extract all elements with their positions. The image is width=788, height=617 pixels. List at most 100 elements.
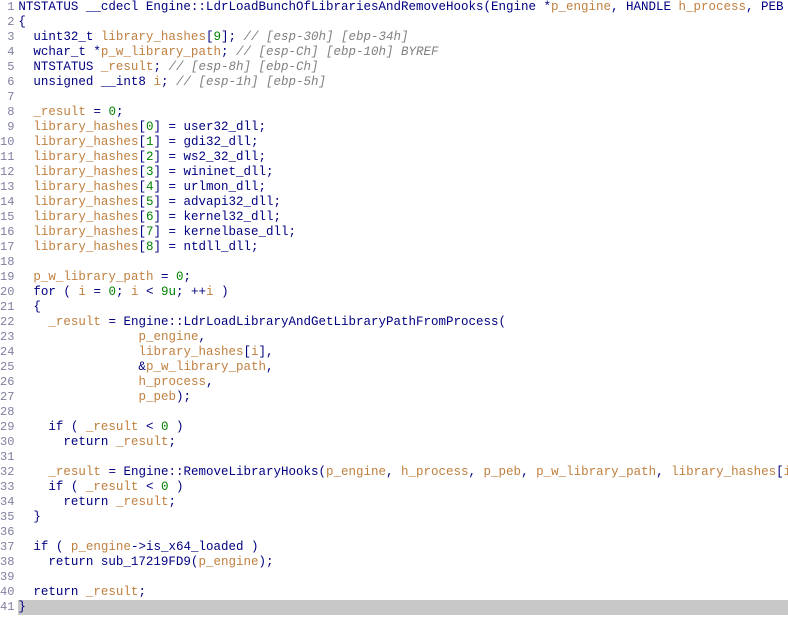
code-line[interactable]: for ( i = 0; i < 9u; ++i ) [18,285,788,300]
token-idn: wchar_t * [18,45,101,59]
code-line[interactable]: NTSTATUS __cdecl Engine::LdrLoadBunchOfL… [18,0,788,15]
line-number: 11 [0,150,14,165]
token-idn [18,345,138,359]
token-var: i [131,285,139,299]
code-view[interactable]: NTSTATUS __cdecl Engine::LdrLoadBunchOfL… [18,0,788,617]
token-idn: ); [176,390,191,404]
token-var: library_hashes [33,225,138,239]
code-line[interactable]: p_engine, [18,330,788,345]
token-idn: return [18,585,86,599]
code-line[interactable]: return _result; [18,585,788,600]
token-idn: < [139,285,162,299]
code-line[interactable]: } [18,510,788,525]
token-idn [18,330,138,344]
token-var: h_process [138,375,206,389]
token-idn: if ( [18,480,86,494]
token-var: library_hashes [671,465,776,479]
token-idn [18,465,48,479]
code-line[interactable]: uint32_t library_hashes[9]; // [esp-30h]… [18,30,788,45]
code-line[interactable]: library_hashes[0] = user32_dll; [18,120,788,135]
code-line[interactable]: wchar_t *p_w_library_path; // [esp-Ch] [… [18,45,788,60]
code-line[interactable]: { [18,15,788,30]
code-line[interactable]: p_w_library_path = 0; [18,270,788,285]
token-idn: ]; [221,30,244,44]
token-idn [18,150,33,164]
code-line[interactable]: } [18,600,788,615]
line-number: 26 [0,375,14,390]
token-cmt: // [esp-Ch] [ebp-10h] BYREF [236,45,439,59]
code-line[interactable] [18,525,788,540]
token-idn: , [386,465,401,479]
token-var: i [153,75,161,89]
code-line[interactable]: _result = Engine::LdrLoadLibraryAndGetLi… [18,315,788,330]
token-idn [18,375,138,389]
token-idn [18,105,33,119]
line-number: 28 [0,405,14,420]
code-line[interactable]: return _result; [18,495,788,510]
code-line[interactable]: library_hashes[4] = urlmon_dll; [18,180,788,195]
token-idn: ; ++ [176,285,206,299]
line-number-gutter: 1234567891011121314151617181920212223242… [0,0,18,617]
line-number: 38 [0,555,14,570]
token-idn: { [18,15,26,29]
line-number: 9 [0,120,14,135]
code-line[interactable]: p_peb); [18,390,788,405]
token-idn: ] = urlmon_dll; [153,180,266,194]
code-line[interactable]: { [18,300,788,315]
code-line[interactable] [18,450,788,465]
token-idn: [ [138,150,146,164]
code-line[interactable]: library_hashes[3] = wininet_dll; [18,165,788,180]
code-line[interactable]: &p_w_library_path, [18,360,788,375]
token-idn: , [198,330,206,344]
token-var: library_hashes [101,30,206,44]
code-line[interactable]: library_hashes[5] = advapi32_dll; [18,195,788,210]
line-number: 41 [0,600,14,615]
code-line[interactable]: library_hashes[8] = ntdll_dll; [18,240,788,255]
code-line[interactable]: return sub_17219FD9(p_engine); [18,555,788,570]
token-idn: [ [138,225,146,239]
token-idn: uint32_t [18,30,101,44]
line-number: 2 [0,15,14,30]
code-line[interactable]: _result = 0; [18,105,788,120]
token-idn: ); [258,555,273,569]
code-line[interactable]: _result = Engine::RemoveLibraryHooks(p_e… [18,465,788,480]
line-number: 5 [0,60,14,75]
code-line[interactable]: library_hashes[1] = gdi32_dll; [18,135,788,150]
code-line[interactable]: NTSTATUS _result; // [esp-8h] [ebp-Ch] [18,60,788,75]
code-line[interactable]: library_hashes[7] = kernelbase_dll; [18,225,788,240]
token-idn [18,180,33,194]
code-line[interactable]: return _result; [18,435,788,450]
code-line[interactable]: if ( _result < 0 ) [18,420,788,435]
token-var: p_peb [138,390,176,404]
token-idn: , PEB * [746,0,788,14]
code-line[interactable] [18,90,788,105]
token-cmt: // [esp-30h] [ebp-34h] [244,30,409,44]
code-line[interactable] [18,570,788,585]
line-number: 24 [0,345,14,360]
code-line[interactable]: library_hashes[2] = ws2_32_dll; [18,150,788,165]
token-num: 0 [108,285,116,299]
token-idn: = [86,285,109,299]
line-number: 37 [0,540,14,555]
token-idn: ; [183,270,191,284]
token-idn: = [86,105,109,119]
token-idn: ; [116,105,124,119]
token-var: _result [86,420,139,434]
token-idn [18,390,138,404]
code-line[interactable]: library_hashes[6] = kernel32_dll; [18,210,788,225]
token-var: library_hashes [33,165,138,179]
token-var: p_engine [551,0,611,14]
code-line[interactable]: unsigned __int8 i; // [esp-1h] [ebp-5h] [18,75,788,90]
code-line[interactable]: if ( _result < 0 ) [18,480,788,495]
line-number: 1 [0,0,14,15]
code-line[interactable]: if ( p_engine->is_x64_loaded ) [18,540,788,555]
code-line[interactable] [18,255,788,270]
line-number: 34 [0,495,14,510]
token-idn: < [138,480,161,494]
code-line[interactable] [18,405,788,420]
code-line[interactable]: library_hashes[i], [18,345,788,360]
token-idn: ->is_x64_loaded ) [131,540,259,554]
token-idn: ] = ntdll_dll; [153,240,258,254]
token-var: _result [86,480,139,494]
code-line[interactable]: h_process, [18,375,788,390]
